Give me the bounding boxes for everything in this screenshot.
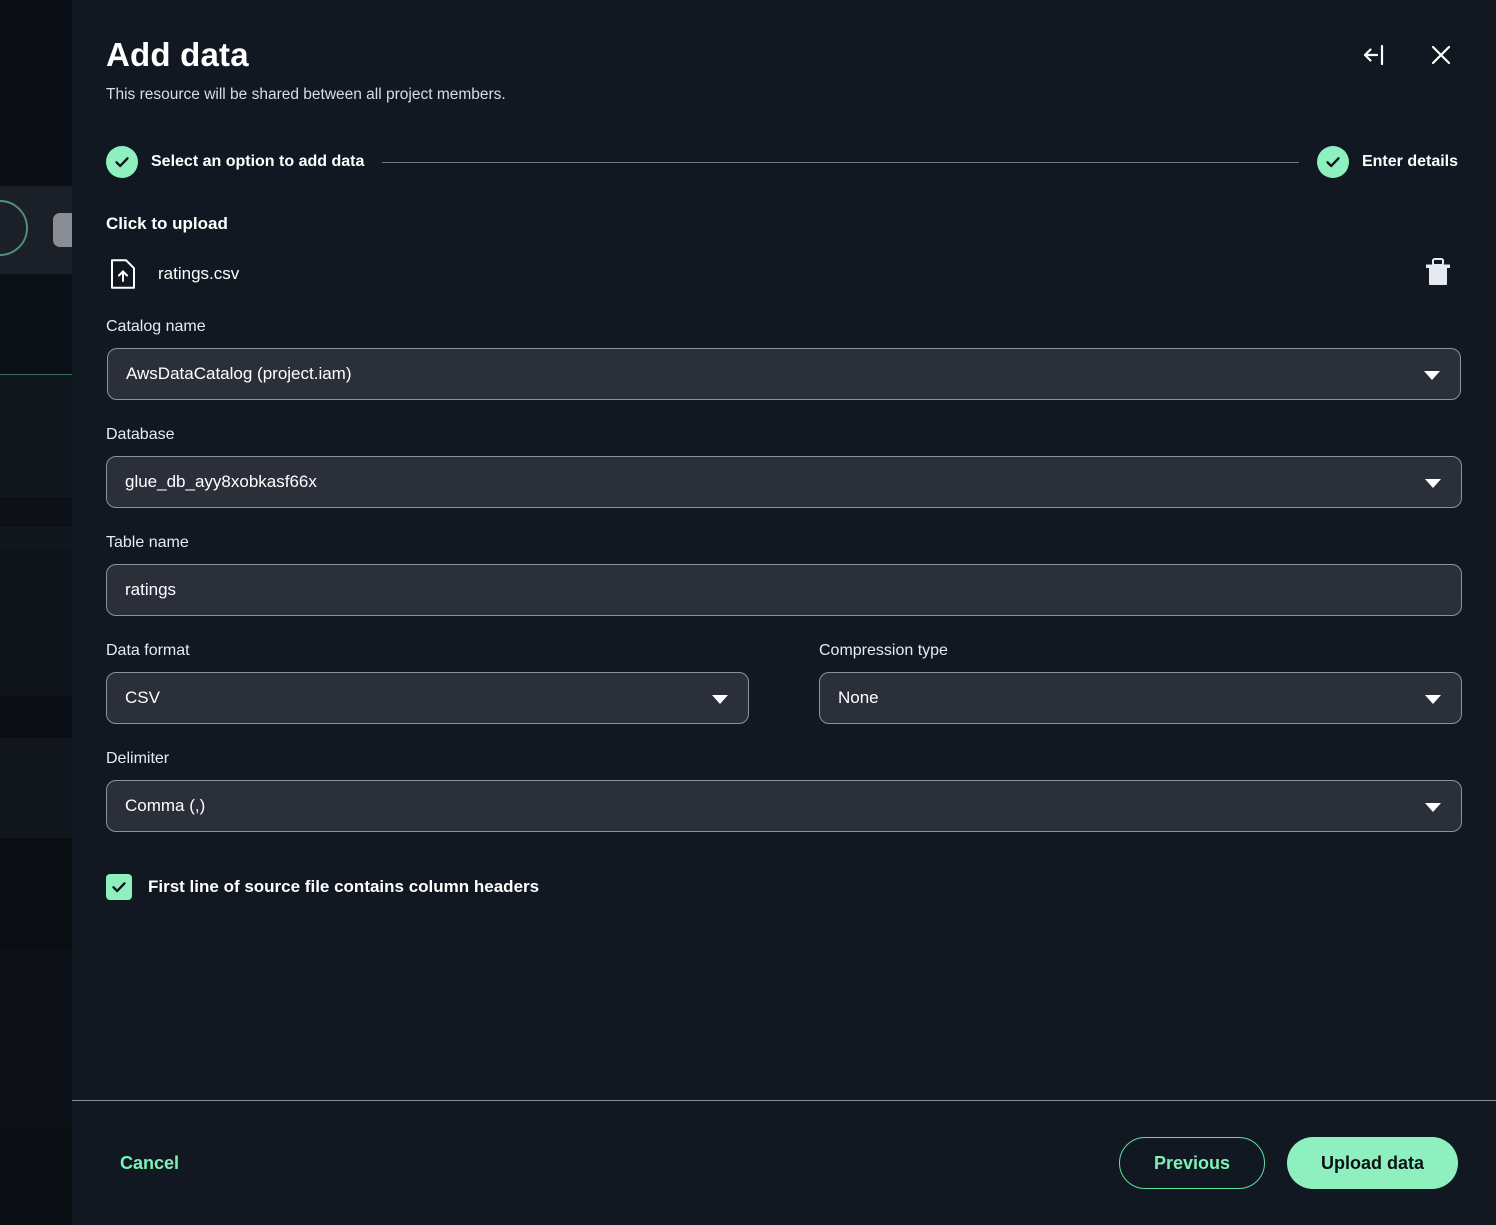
column-headers-label[interactable]: First line of source file contains colum… bbox=[148, 877, 539, 897]
stepper-step-label: Select an option to add data bbox=[151, 153, 365, 170]
chevron-down-icon bbox=[1425, 803, 1441, 812]
background-band bbox=[0, 696, 72, 738]
chevron-down-icon bbox=[1424, 371, 1440, 380]
check-circle-icon bbox=[106, 146, 138, 178]
background-band bbox=[0, 527, 72, 549]
column-headers-checkbox[interactable] bbox=[106, 874, 132, 900]
stepper-step-label: Enter details bbox=[1361, 153, 1458, 170]
header-row-checkbox-row: First line of source file contains colum… bbox=[106, 874, 1462, 900]
format-compression-row: Data format CSV Compression type None bbox=[106, 642, 1462, 724]
stepper-connector bbox=[382, 161, 1299, 163]
table-name-input[interactable]: ratings bbox=[106, 564, 1462, 616]
field-compression-type: Compression type None bbox=[819, 642, 1462, 724]
uploaded-file-row: ratings.csv bbox=[106, 256, 1462, 292]
cancel-button[interactable]: Cancel bbox=[106, 1143, 193, 1184]
page-title: Add data bbox=[106, 36, 249, 73]
stepper-step-select-option[interactable]: Select an option to add data bbox=[106, 146, 364, 178]
catalog-name-select[interactable]: AwsDataCatalog (project.iam) bbox=[107, 348, 1461, 400]
add-data-modal: Add data This resource will be shared be… bbox=[72, 0, 1496, 1225]
screen: Add data This resource will be shared be… bbox=[0, 0, 1496, 1225]
stepper: Select an option to add data Enter detai… bbox=[106, 146, 1462, 178]
arrow-to-bar-left-icon[interactable] bbox=[1358, 38, 1392, 72]
data-format-select[interactable]: CSV bbox=[106, 672, 749, 724]
database-value: glue_db_ayy8xobkasf66x bbox=[125, 472, 317, 491]
modal-header: Add data This resource will be shared be… bbox=[106, 0, 1462, 104]
modal-body: Add data This resource will be shared be… bbox=[72, 0, 1496, 1100]
header-actions bbox=[1358, 38, 1458, 72]
field-label: Table name bbox=[106, 534, 189, 551]
chevron-down-icon bbox=[712, 695, 728, 704]
background-band bbox=[0, 838, 72, 948]
background-band bbox=[0, 375, 72, 497]
background-divider bbox=[0, 374, 72, 375]
compression-type-select[interactable]: None bbox=[819, 672, 1462, 724]
data-format-value: CSV bbox=[125, 688, 160, 707]
file-upload-icon bbox=[110, 259, 136, 289]
background-band bbox=[0, 1128, 72, 1225]
previous-button[interactable]: Previous bbox=[1118, 1137, 1265, 1189]
uploaded-file-name: ratings.csv bbox=[158, 264, 240, 283]
background-band bbox=[0, 948, 72, 1128]
trash-icon[interactable] bbox=[1418, 252, 1458, 292]
field-delimiter: Delimiter Comma (,) bbox=[106, 750, 1462, 832]
field-label: Catalog name bbox=[106, 318, 206, 335]
delimiter-select[interactable]: Comma (,) bbox=[106, 780, 1462, 832]
background-band bbox=[0, 0, 72, 186]
field-label: Data format bbox=[106, 642, 190, 659]
database-select[interactable]: glue_db_ayy8xobkasf66x bbox=[106, 456, 1462, 508]
chevron-down-icon bbox=[1425, 479, 1441, 488]
background-band bbox=[0, 549, 72, 696]
field-label: Database bbox=[106, 426, 175, 443]
modal-footer: Cancel Previous Upload data bbox=[72, 1101, 1496, 1225]
close-icon[interactable] bbox=[1424, 38, 1458, 72]
field-data-format: Data format CSV bbox=[106, 642, 749, 724]
check-circle-icon bbox=[1316, 146, 1349, 178]
delimiter-value: Comma (,) bbox=[125, 796, 206, 815]
chevron-down-icon bbox=[1425, 695, 1441, 704]
field-label: Delimiter bbox=[106, 750, 170, 767]
table-name-value: ratings bbox=[125, 580, 177, 599]
background-band bbox=[0, 738, 72, 838]
stepper-step-enter-details[interactable]: Enter details bbox=[1316, 146, 1458, 178]
field-label: Compression type bbox=[819, 642, 948, 659]
field-table-name: Table name ratings bbox=[106, 534, 1462, 616]
upload-heading[interactable]: Click to upload bbox=[106, 214, 1462, 234]
field-catalog-name: Catalog name AwsDataCatalog (project.iam… bbox=[106, 318, 1462, 400]
field-database: Database glue_db_ayy8xobkasf66x bbox=[106, 426, 1462, 508]
catalog-name-value: AwsDataCatalog (project.iam) bbox=[126, 364, 352, 383]
background-page bbox=[0, 0, 84, 1225]
modal-subtitle: This resource will be shared between all… bbox=[106, 86, 506, 103]
upload-data-button[interactable]: Upload data bbox=[1286, 1137, 1458, 1189]
compression-type-value: None bbox=[838, 688, 879, 707]
background-band bbox=[0, 274, 72, 374]
background-band bbox=[0, 497, 72, 527]
